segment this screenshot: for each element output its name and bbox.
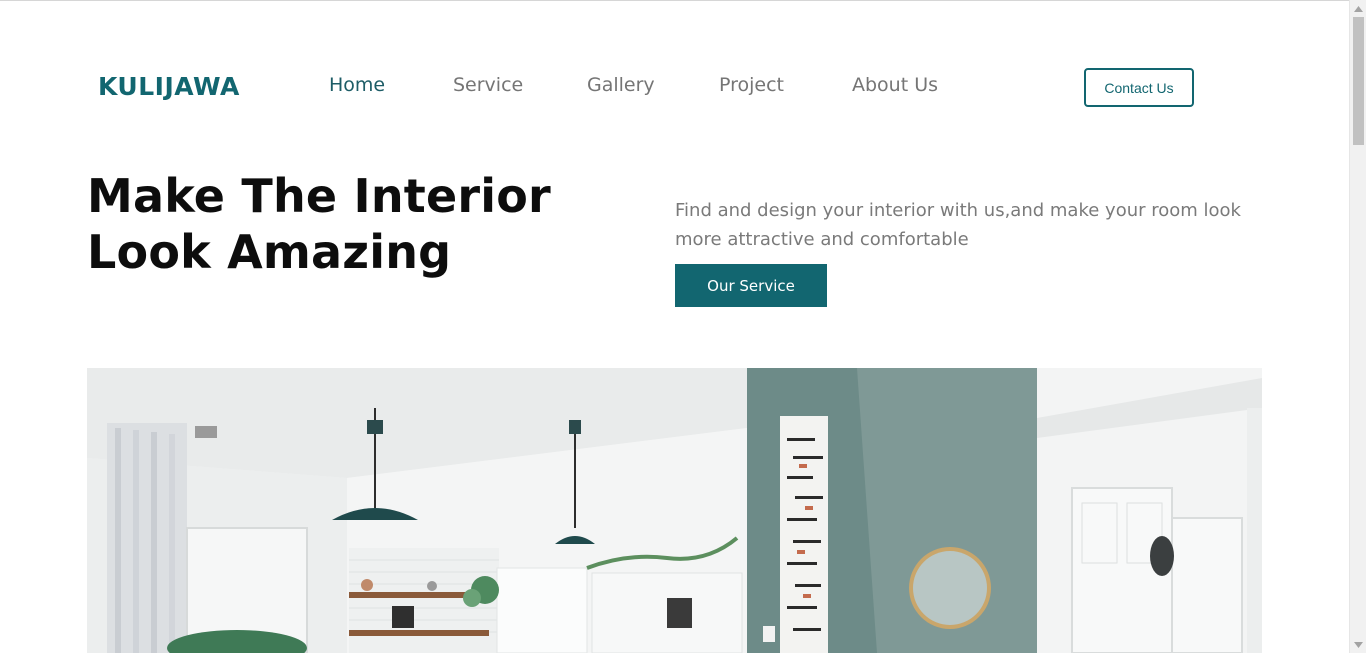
scrollbar-thumb[interactable] (1353, 17, 1364, 145)
vertical-scrollbar[interactable] (1349, 0, 1366, 653)
top-divider (0, 0, 1349, 1)
nav-gallery[interactable]: Gallery (587, 74, 655, 96)
nav-home[interactable]: Home (329, 74, 385, 96)
nav-project[interactable]: Project (719, 74, 784, 96)
contact-us-button[interactable]: Contact Us (1084, 68, 1194, 107)
nav-about-us[interactable]: About Us (852, 74, 938, 96)
nav-service[interactable]: Service (453, 74, 523, 96)
hero-title-line-2: Look Amazing (87, 225, 452, 279)
interior-photo-illustration (87, 368, 1262, 653)
hero-title: Make The Interior Look Amazing (87, 168, 607, 280)
hero-description: Find and design your interior with us,an… (675, 200, 1241, 250)
page: KULIJAWA Home Service Gallery Project Ab… (0, 0, 1349, 653)
brand-logo[interactable]: KULIJAWA (98, 72, 240, 101)
scroll-down-arrow-icon[interactable] (1350, 636, 1366, 653)
scroll-up-arrow-icon[interactable] (1350, 0, 1366, 17)
hero-title-line-1: Make The Interior (87, 169, 551, 223)
our-service-button[interactable]: Our Service (675, 264, 827, 307)
interior-photo (87, 368, 1262, 653)
